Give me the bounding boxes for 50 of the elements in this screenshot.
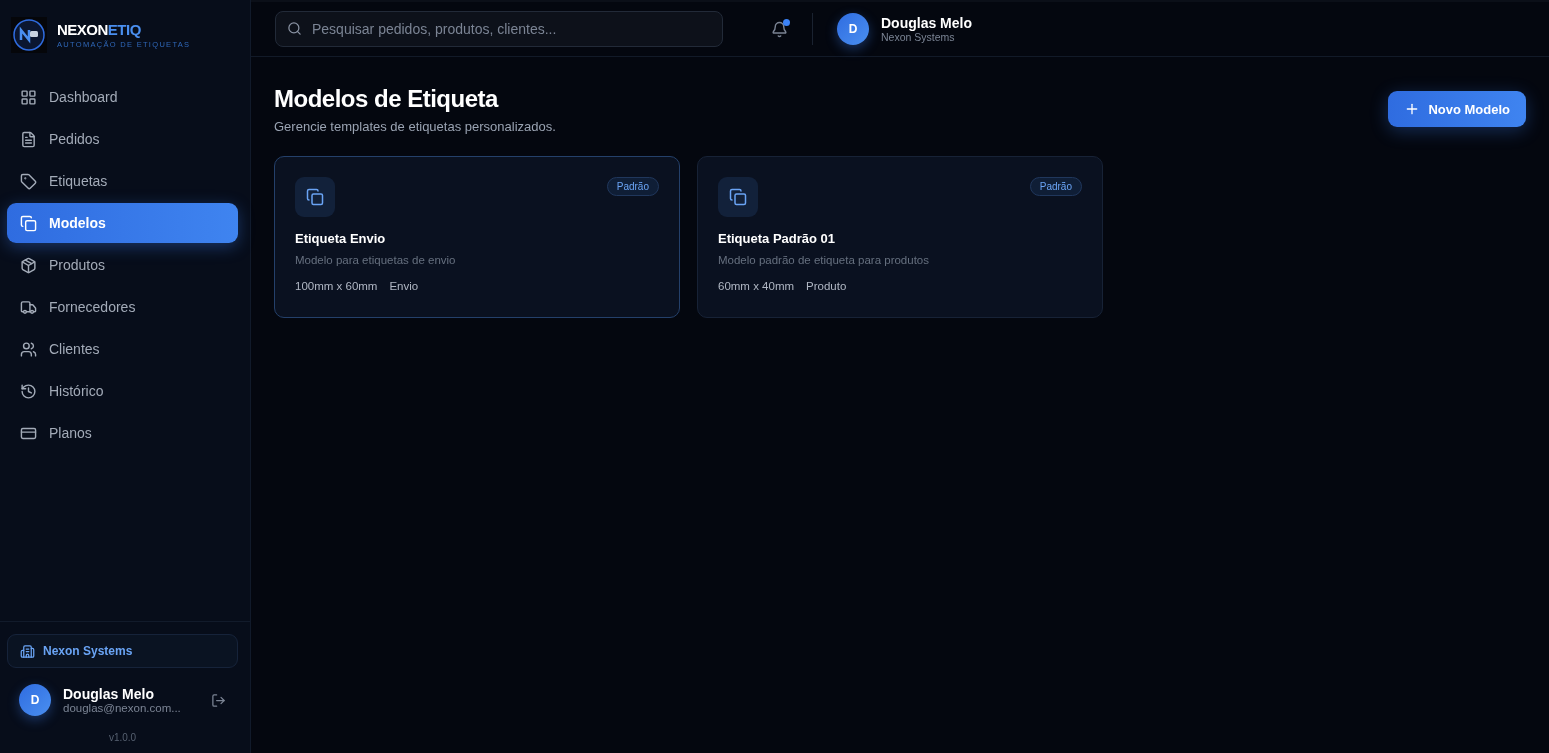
tag-icon bbox=[20, 172, 37, 190]
page-subtitle: Gerencie templates de etiquetas personalizados. bbox=[274, 119, 556, 134]
nav-item[interactable]: Produtos bbox=[7, 245, 238, 285]
truck-icon bbox=[20, 298, 37, 316]
label-size: 100mm x 60mm bbox=[295, 280, 378, 292]
card-description: Modelo padrão de etiqueta para produtos bbox=[718, 254, 930, 266]
company-chip: Nexon Systems bbox=[7, 634, 238, 668]
search-field[interactable]: Pesquisar pedidos, produtos, clientes... bbox=[275, 11, 723, 47]
user-email: douglas@nexon.com... bbox=[63, 702, 182, 714]
brand-name: ETIQ bbox=[107, 21, 141, 38]
user-name: Douglas Melo bbox=[881, 15, 972, 31]
card-description: Modelo para etiquetas de envio bbox=[295, 254, 457, 266]
search-icon bbox=[287, 21, 302, 36]
nav-item[interactable]: Clientes bbox=[7, 329, 238, 369]
user-avatar: D bbox=[19, 684, 51, 716]
template-card[interactable]: Padrão Etiqueta Envio Modelo para etiquetas de envio 100mm x 60mm Envio bbox=[274, 156, 680, 318]
history-icon bbox=[20, 382, 37, 400]
nav-item[interactable]: Histórico bbox=[7, 371, 238, 411]
label-type: Envio bbox=[389, 280, 419, 292]
notification-button[interactable] bbox=[771, 20, 788, 38]
users-icon bbox=[20, 340, 37, 358]
document-icon bbox=[20, 130, 37, 148]
copy-icon bbox=[20, 214, 37, 232]
new-model-button[interactable]: Novo Modelo bbox=[1388, 91, 1526, 127]
nav-item[interactable]: Etiquetas bbox=[7, 161, 238, 201]
default-badge: Padrão bbox=[1029, 177, 1082, 196]
copy-icon bbox=[295, 177, 335, 217]
nav-item[interactable]: Dashboard bbox=[7, 77, 238, 117]
nav-item[interactable]: Fornecedores bbox=[7, 287, 238, 327]
template-card[interactable]: Padrão Etiqueta Padrão 01 Modelo padrão de etiqueta para produtos 60mm x 40mm Produto bbox=[697, 156, 1103, 318]
logo-icon bbox=[11, 17, 47, 53]
label-type: Produto bbox=[806, 280, 847, 292]
label-size: 60mm x 40mm bbox=[718, 280, 795, 292]
page-title: Modelos de Etiqueta bbox=[274, 85, 500, 113]
card-title: Etiqueta Envio bbox=[295, 231, 387, 246]
user-name: Douglas Melo bbox=[63, 686, 155, 702]
default-badge: Padrão bbox=[606, 177, 659, 196]
user-avatar[interactable]: D bbox=[837, 13, 869, 45]
logout-button[interactable] bbox=[211, 692, 226, 708]
brand-name: NEXON bbox=[57, 21, 108, 38]
nav-item[interactable]: Modelos bbox=[7, 203, 238, 243]
building-icon bbox=[20, 643, 35, 659]
nav-item[interactable]: Pedidos bbox=[7, 119, 238, 159]
user-company: Nexon Systems bbox=[881, 31, 956, 43]
copy-icon bbox=[718, 177, 758, 217]
version-label: v1.0.0 bbox=[107, 732, 138, 743]
box-icon bbox=[20, 256, 37, 274]
dashboard-icon bbox=[20, 88, 37, 106]
card-title: Etiqueta Padrão 01 bbox=[718, 231, 837, 246]
nav-item[interactable]: Planos bbox=[7, 413, 238, 453]
